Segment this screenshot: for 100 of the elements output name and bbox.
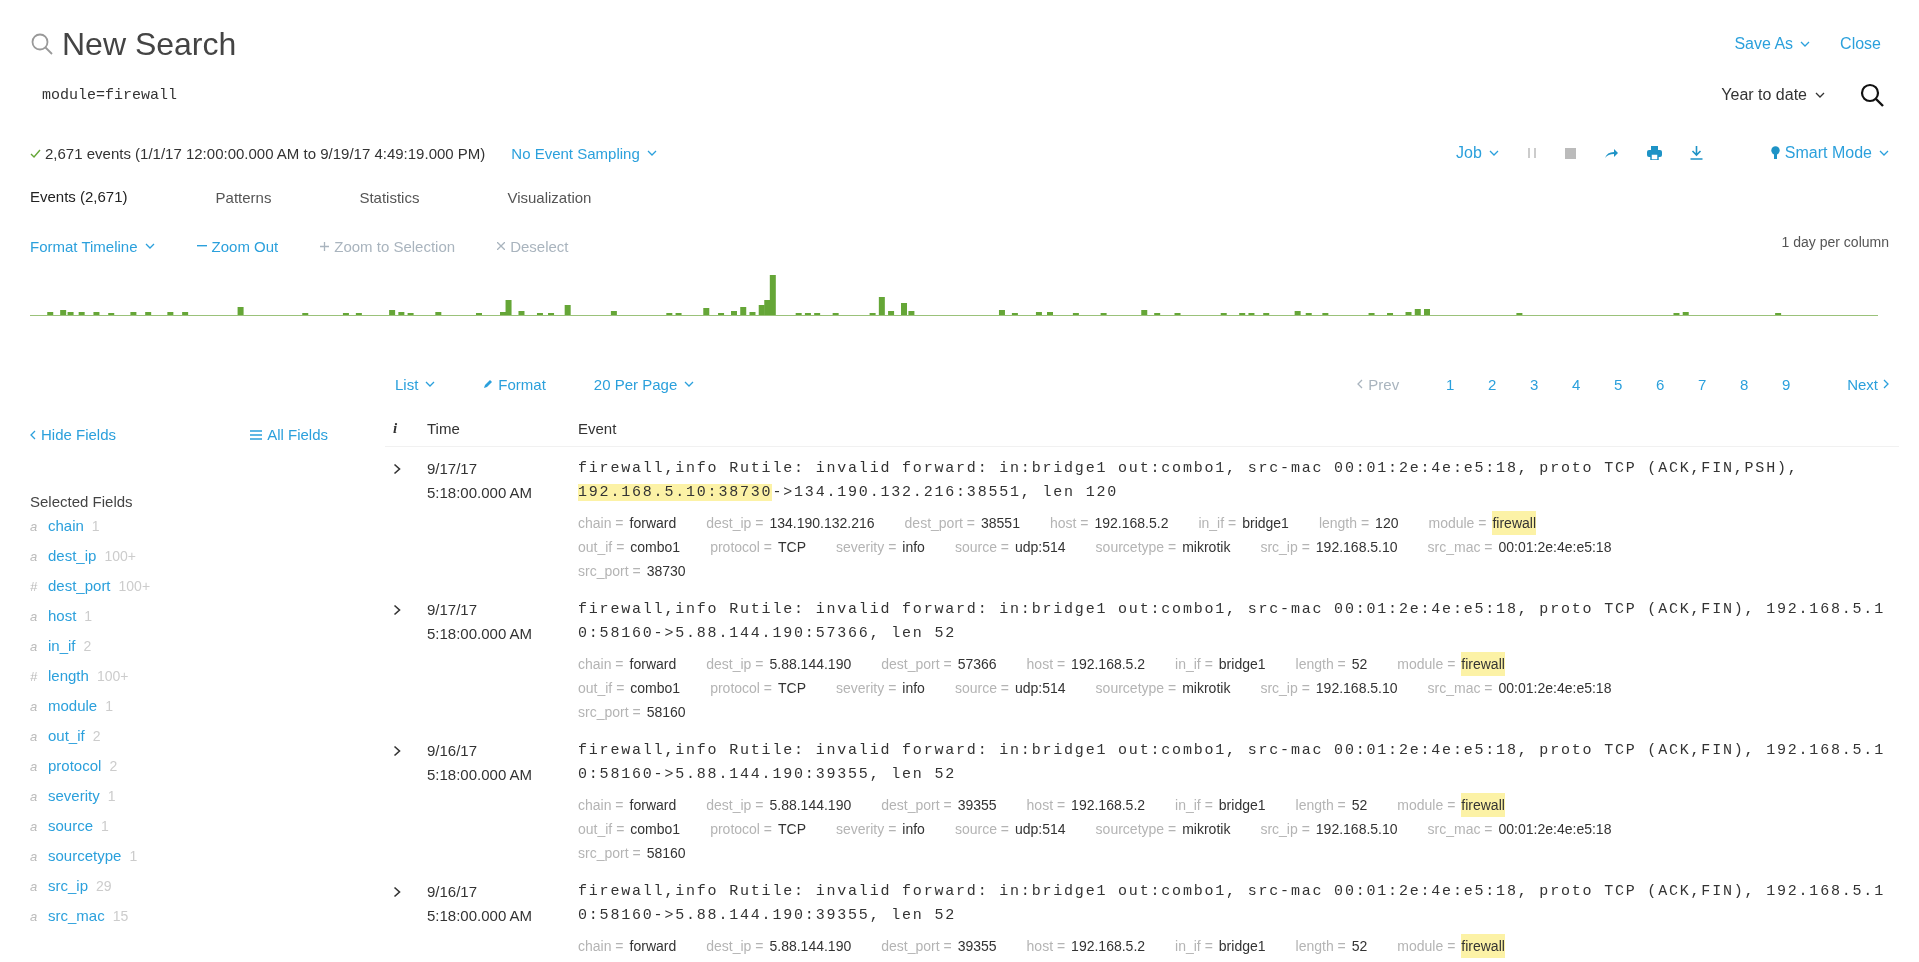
- field-value[interactable]: TCP: [778, 676, 806, 700]
- field-value[interactable]: 192.168.5.10: [1315, 676, 1398, 700]
- field-value[interactable]: 57366: [957, 652, 997, 676]
- field-key: chain =: [578, 511, 624, 535]
- field-value[interactable]: 5.88.144.190: [769, 934, 852, 958]
- field-value[interactable]: 00:01:2e:4e:e5:18: [1498, 817, 1612, 841]
- time-range-picker[interactable]: Year to date: [1709, 86, 1855, 104]
- field-value[interactable]: 5.88.144.190: [769, 793, 852, 817]
- field-value[interactable]: udp:514: [1015, 676, 1066, 700]
- field-key: src_mac =: [1427, 817, 1493, 841]
- field-value[interactable]: 192.168.5.2: [1071, 793, 1146, 817]
- field-value[interactable]: 192.168.5.2: [1094, 511, 1169, 535]
- share-icon[interactable]: [1603, 147, 1619, 159]
- field-value[interactable]: mikrotik: [1182, 535, 1231, 559]
- field-value[interactable]: firewall: [1461, 934, 1505, 958]
- plus-icon: [320, 241, 330, 251]
- histogram-bars[interactable]: [47, 275, 1782, 315]
- field-value[interactable]: info: [902, 535, 925, 559]
- event-text: ->134.190.132.216:38551, len 120: [772, 484, 1119, 501]
- pencil-icon: [483, 379, 494, 389]
- field-value[interactable]: combo1: [630, 535, 681, 559]
- field-key: src_port =: [578, 841, 641, 865]
- search-field[interactable]: module=firewall: [42, 86, 1710, 104]
- event-text: firewall,info Rutile: invalid forward: in:bridge1 out:combo1, src-mac 00:01:2e:4e:e5:18, proto TCP (ACK,FIN,PSH),: [578, 460, 1799, 477]
- field-value[interactable]: 192.168.5.10: [1315, 817, 1398, 841]
- close-icon: [497, 242, 506, 250]
- field-key: out_if =: [578, 535, 625, 559]
- field-value[interactable]: 192.168.5.2: [1071, 934, 1146, 958]
- field-value[interactable]: info: [902, 817, 925, 841]
- field-value[interactable]: firewall: [1461, 652, 1505, 676]
- field-value[interactable]: 192.168.5.10: [1315, 535, 1398, 559]
- chevron-right-icon: [1883, 379, 1889, 389]
- event-date: 9/16/17: [427, 741, 479, 761]
- expand-chevron-icon[interactable]: [393, 604, 401, 616]
- field-value[interactable]: 58160: [646, 700, 686, 724]
- field-value[interactable]: 120: [1375, 511, 1399, 535]
- field-value[interactable]: forward: [629, 793, 677, 817]
- field-key: host =: [1026, 652, 1066, 676]
- field-value[interactable]: 38551: [981, 511, 1020, 535]
- field-type: a: [30, 788, 39, 806]
- event-text: 0:58160->5.88.144.190:39355, len 52: [578, 907, 957, 924]
- field-key: module =: [1397, 793, 1456, 817]
- field-value[interactable]: bridge1: [1218, 652, 1266, 676]
- field-value[interactable]: 39355: [957, 793, 997, 817]
- expand-chevron-icon[interactable]: [393, 745, 401, 757]
- search-icon: [1859, 82, 1885, 108]
- field-value[interactable]: TCP: [778, 535, 806, 559]
- expand-chevron-icon[interactable]: [393, 463, 401, 475]
- field-type: a: [30, 608, 39, 626]
- field-key: length =: [1295, 793, 1346, 817]
- results-tab[interactable]: Statistics: [359, 181, 420, 213]
- expand-chevron-icon[interactable]: [393, 886, 401, 898]
- field-value[interactable]: 00:01:2e:4e:e5:18: [1498, 535, 1612, 559]
- field-value[interactable]: udp:514: [1015, 817, 1066, 841]
- field-value[interactable]: combo1: [630, 817, 681, 841]
- event-date: 9/17/17: [427, 600, 479, 620]
- field-value[interactable]: 52: [1351, 793, 1368, 817]
- field-value[interactable]: forward: [629, 652, 677, 676]
- field-type: a: [30, 638, 39, 656]
- field-value[interactable]: mikrotik: [1182, 817, 1231, 841]
- caret-icon: [684, 381, 695, 387]
- field-value[interactable]: 192.168.5.2: [1071, 652, 1146, 676]
- field-key: src_port =: [578, 700, 641, 724]
- results-tab[interactable]: Patterns: [215, 181, 272, 213]
- field-value[interactable]: 52: [1351, 934, 1368, 958]
- column-header: Time: [427, 419, 461, 437]
- caret-icon: [1879, 150, 1889, 156]
- field-key: out_if =: [578, 676, 625, 700]
- stop-icon[interactable]: [1564, 147, 1576, 159]
- field-key: in_if =: [1175, 652, 1213, 676]
- download-icon[interactable]: [1689, 146, 1703, 160]
- field-value[interactable]: firewall: [1492, 511, 1537, 535]
- field-value[interactable]: mikrotik: [1182, 676, 1231, 700]
- field-value[interactable]: udp:514: [1015, 535, 1066, 559]
- field-value[interactable]: forward: [629, 934, 677, 958]
- field-value[interactable]: TCP: [778, 817, 806, 841]
- field-key: src_mac =: [1427, 676, 1493, 700]
- field-value[interactable]: forward: [629, 511, 677, 535]
- field-value[interactable]: bridge1: [1242, 511, 1289, 535]
- field-value[interactable]: 58160: [646, 841, 686, 865]
- results-tab[interactable]: Events (2,671): [30, 180, 128, 214]
- field-value[interactable]: 00:01:2e:4e:e5:18: [1498, 676, 1612, 700]
- field-value[interactable]: 52: [1351, 652, 1368, 676]
- field-key: protocol =: [710, 676, 772, 700]
- column-header: Event: [578, 419, 618, 437]
- field-key: source =: [954, 535, 1009, 559]
- minus-icon: [196, 245, 207, 247]
- results-tab[interactable]: Visualization: [507, 181, 592, 213]
- print-icon[interactable]: [1646, 146, 1662, 160]
- field-value[interactable]: info: [902, 676, 925, 700]
- field-value[interactable]: 38730: [646, 559, 686, 583]
- field-value[interactable]: 134.190.132.216: [769, 511, 875, 535]
- field-value[interactable]: combo1: [630, 676, 681, 700]
- field-value[interactable]: bridge1: [1218, 793, 1266, 817]
- field-value[interactable]: bridge1: [1218, 934, 1266, 958]
- field-type: a: [30, 728, 39, 746]
- field-key: out_if =: [578, 817, 625, 841]
- field-value[interactable]: firewall: [1461, 793, 1505, 817]
- field-value[interactable]: 5.88.144.190: [769, 652, 852, 676]
- field-value[interactable]: 39355: [957, 934, 997, 958]
